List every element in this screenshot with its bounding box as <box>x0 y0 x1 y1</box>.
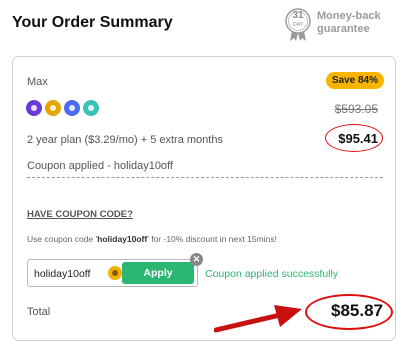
cloud-storage-icon <box>64 100 80 116</box>
total-price: $85.87 <box>331 301 383 320</box>
total-label: Total <box>27 306 51 318</box>
coupon-hint-code: holiday10off <box>97 234 148 244</box>
guarantee-days: 31 <box>292 10 304 21</box>
guarantee-seal-icon: 31 DAY <box>284 7 314 43</box>
coupon-applied-note: Coupon applied - holiday10off <box>27 160 173 172</box>
order-summary-card: Max Save 84% $593.05 2 year plan ($3.29/… <box>12 56 396 341</box>
divider <box>27 177 383 178</box>
plan-description: 2 year plan ($3.29/mo) + 5 extra months <box>27 134 223 146</box>
guarantee-text: Money-back guarantee <box>317 10 381 36</box>
plan-price: $95.41 <box>338 131 378 146</box>
coupon-input[interactable] <box>34 266 106 281</box>
guarantee-text-line2: guarantee <box>317 23 370 35</box>
plan-name: Max <box>27 76 48 88</box>
guarantee-text-line1: Money-back <box>317 10 381 22</box>
password-manager-icon <box>45 100 61 116</box>
page-title: Your Order Summary <box>12 14 173 31</box>
save-badge: Save 84% <box>325 72 384 89</box>
order-summary-header: Your Order Summary 31 DAY Money-back gua… <box>0 0 406 50</box>
threat-protection-icon <box>83 100 99 116</box>
coupon-hint-suffix: ' for -10% discount in next 15mins! <box>147 234 277 244</box>
clear-coupon-icon[interactable]: ✕ <box>190 253 203 266</box>
old-price: $593.05 <box>334 102 378 116</box>
coupon-hint: Use coupon code 'holiday10off' for -10% … <box>27 234 277 244</box>
guarantee-day-label: DAY <box>293 22 303 28</box>
have-coupon-link[interactable]: HAVE COUPON CODE? <box>27 209 133 220</box>
vpn-icon <box>26 100 42 116</box>
coupon-field: Apply ✕ <box>27 253 203 287</box>
money-back-guarantee: 31 DAY Money-back guarantee <box>284 7 399 43</box>
annotation-arrow-icon <box>214 305 302 333</box>
apply-button[interactable]: Apply <box>122 262 194 284</box>
extension-icon[interactable] <box>108 266 122 280</box>
coupon-success-message: Coupon applied successfully <box>205 268 339 280</box>
coupon-hint-prefix: Use coupon code ' <box>27 234 98 244</box>
